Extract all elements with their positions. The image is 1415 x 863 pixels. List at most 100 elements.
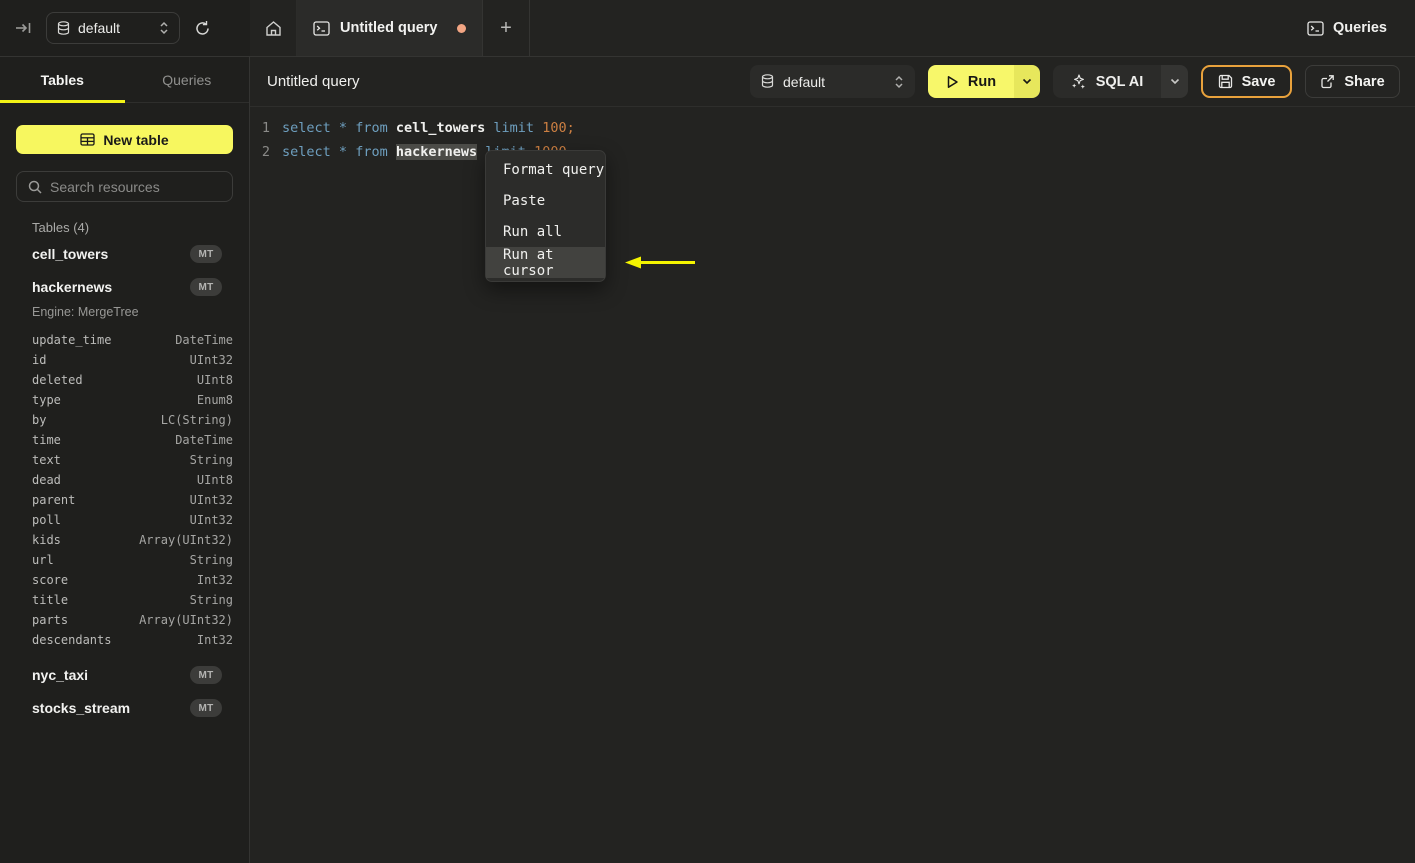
tab-strip: Untitled query + xyxy=(250,0,530,56)
column-name: descendants xyxy=(32,633,112,647)
column-list: update_time DateTime id UInt32 deleted UInt… xyxy=(32,330,233,650)
editor-header: Untitled query default Run SQL AI Save S… xyxy=(250,57,1415,107)
share-button[interactable]: Share xyxy=(1305,65,1400,98)
table-row-cell-towers[interactable]: cell_towers MT xyxy=(32,243,222,265)
menu-item-paste[interactable]: Paste xyxy=(486,185,605,216)
queries-button[interactable]: Queries xyxy=(1307,0,1387,56)
sidebar-tab-queries-label: Queries xyxy=(162,71,212,88)
refresh-icon xyxy=(194,20,211,37)
column-row: parent UInt32 xyxy=(32,490,233,510)
new-table-button[interactable]: New table xyxy=(16,125,233,154)
column-name: type xyxy=(32,393,61,407)
engine-badge: MT xyxy=(190,666,222,684)
column-type: Enum8 xyxy=(196,393,233,407)
column-name: poll xyxy=(32,513,61,527)
menu-item-run-all[interactable]: Run all xyxy=(486,216,605,247)
sql-ai-button-main[interactable]: SQL AI xyxy=(1053,65,1161,98)
context-menu: Format query Paste Run all Run at cursor xyxy=(485,150,606,282)
column-row: deleted UInt8 xyxy=(32,370,233,390)
column-name: deleted xyxy=(32,373,83,387)
column-row: descendants Int32 xyxy=(32,630,233,650)
sidebar-tabs: Tables Queries xyxy=(0,57,249,103)
refresh-button[interactable] xyxy=(180,20,224,37)
column-type: Int32 xyxy=(196,633,233,647)
sql-ai-button[interactable]: SQL AI xyxy=(1053,65,1188,98)
column-type: Array(UInt32) xyxy=(139,613,233,627)
sidebar-tab-queries[interactable]: Queries xyxy=(125,57,250,102)
table-row-hackernews[interactable]: hackernews MT xyxy=(32,276,222,298)
toolbar-database-selector[interactable]: default xyxy=(750,65,915,98)
table-name: nyc_taxi xyxy=(32,667,89,683)
menu-item-label: Format query xyxy=(503,161,605,178)
column-name: parent xyxy=(32,493,76,507)
sidebar-tab-tables-label: Tables xyxy=(40,71,84,88)
selected-text: hackernews xyxy=(395,144,478,160)
table-row-stocks-stream[interactable]: stocks_stream MT xyxy=(32,697,222,719)
menu-item-format-query[interactable]: Format query xyxy=(486,154,605,185)
sql-ai-label: SQL AI xyxy=(1095,73,1144,90)
search-box[interactable] xyxy=(16,171,233,202)
table-row-nyc-taxi[interactable]: nyc_taxi MT xyxy=(32,664,222,686)
table-name: hackernews xyxy=(32,279,113,295)
search-icon xyxy=(28,180,42,194)
unsaved-indicator-dot xyxy=(457,23,466,33)
column-type: String xyxy=(189,593,233,607)
share-icon xyxy=(1320,74,1335,89)
column-name: id xyxy=(32,353,47,367)
tab-untitled-query[interactable]: Untitled query xyxy=(297,0,483,56)
save-icon xyxy=(1218,74,1233,89)
column-row: score Int32 xyxy=(32,570,233,590)
chevron-down-icon xyxy=(1170,78,1180,85)
home-button[interactable] xyxy=(250,0,297,56)
engine-badge: MT xyxy=(190,278,222,296)
column-row: url String xyxy=(32,550,233,570)
table-name: cell_towers xyxy=(32,246,109,262)
code-line-1[interactable]: 1 select * from cell_towers limit 100; xyxy=(250,116,575,140)
database-selector-value: default xyxy=(78,20,121,36)
column-row: parts Array(UInt32) xyxy=(32,610,233,630)
run-button-main[interactable]: Run xyxy=(928,65,1014,98)
play-icon xyxy=(946,75,959,89)
column-name: url xyxy=(32,553,54,567)
new-tab-button[interactable]: + xyxy=(483,0,530,56)
run-button[interactable]: Run xyxy=(928,65,1040,98)
column-type: Array(UInt32) xyxy=(139,533,233,547)
save-button[interactable]: Save xyxy=(1201,65,1292,98)
column-row: title String xyxy=(32,590,233,610)
column-row: text String xyxy=(32,450,233,470)
table-name: stocks_stream xyxy=(32,700,131,716)
terminal-icon xyxy=(313,20,330,36)
topbar: default Untitled query + Queries xyxy=(0,0,1415,57)
line-number: 1 xyxy=(261,120,271,136)
topbar-left: default xyxy=(0,0,250,56)
column-name: by xyxy=(32,413,47,427)
database-selector[interactable]: default xyxy=(46,12,180,44)
column-type: DateTime xyxy=(175,433,233,447)
plus-icon: + xyxy=(500,16,512,39)
sql-ai-caret[interactable] xyxy=(1161,65,1188,98)
search-input[interactable] xyxy=(50,178,221,195)
column-row: type Enum8 xyxy=(32,390,233,410)
column-type: DateTime xyxy=(175,333,233,347)
annotation-arrow xyxy=(625,256,697,269)
column-type: String xyxy=(189,553,233,567)
tab-title: Untitled query xyxy=(340,20,438,36)
sidebar: Tables Queries New table Tables (4) cell… xyxy=(0,57,250,863)
sql-editor[interactable]: 1 select * from cell_towers limit 100; 2… xyxy=(250,107,1415,862)
column-name: parts xyxy=(32,613,69,627)
run-button-label: Run xyxy=(967,73,997,90)
menu-item-run-at-cursor[interactable]: Run at cursor xyxy=(486,247,605,279)
column-type: UInt32 xyxy=(189,493,233,507)
run-options-caret[interactable] xyxy=(1014,65,1040,98)
column-type: UInt8 xyxy=(196,473,233,487)
engine-label: Engine: MergeTree xyxy=(32,305,139,319)
share-button-label: Share xyxy=(1344,73,1385,90)
collapse-sidebar-button[interactable] xyxy=(0,21,46,35)
column-name: text xyxy=(32,453,61,467)
column-name: dead xyxy=(32,473,61,487)
column-type: LC(String) xyxy=(160,413,233,427)
sidebar-tab-tables[interactable]: Tables xyxy=(0,57,125,102)
collapse-sidebar-icon xyxy=(15,21,32,35)
column-type: String xyxy=(189,453,233,467)
engine-badge: MT xyxy=(190,699,222,717)
